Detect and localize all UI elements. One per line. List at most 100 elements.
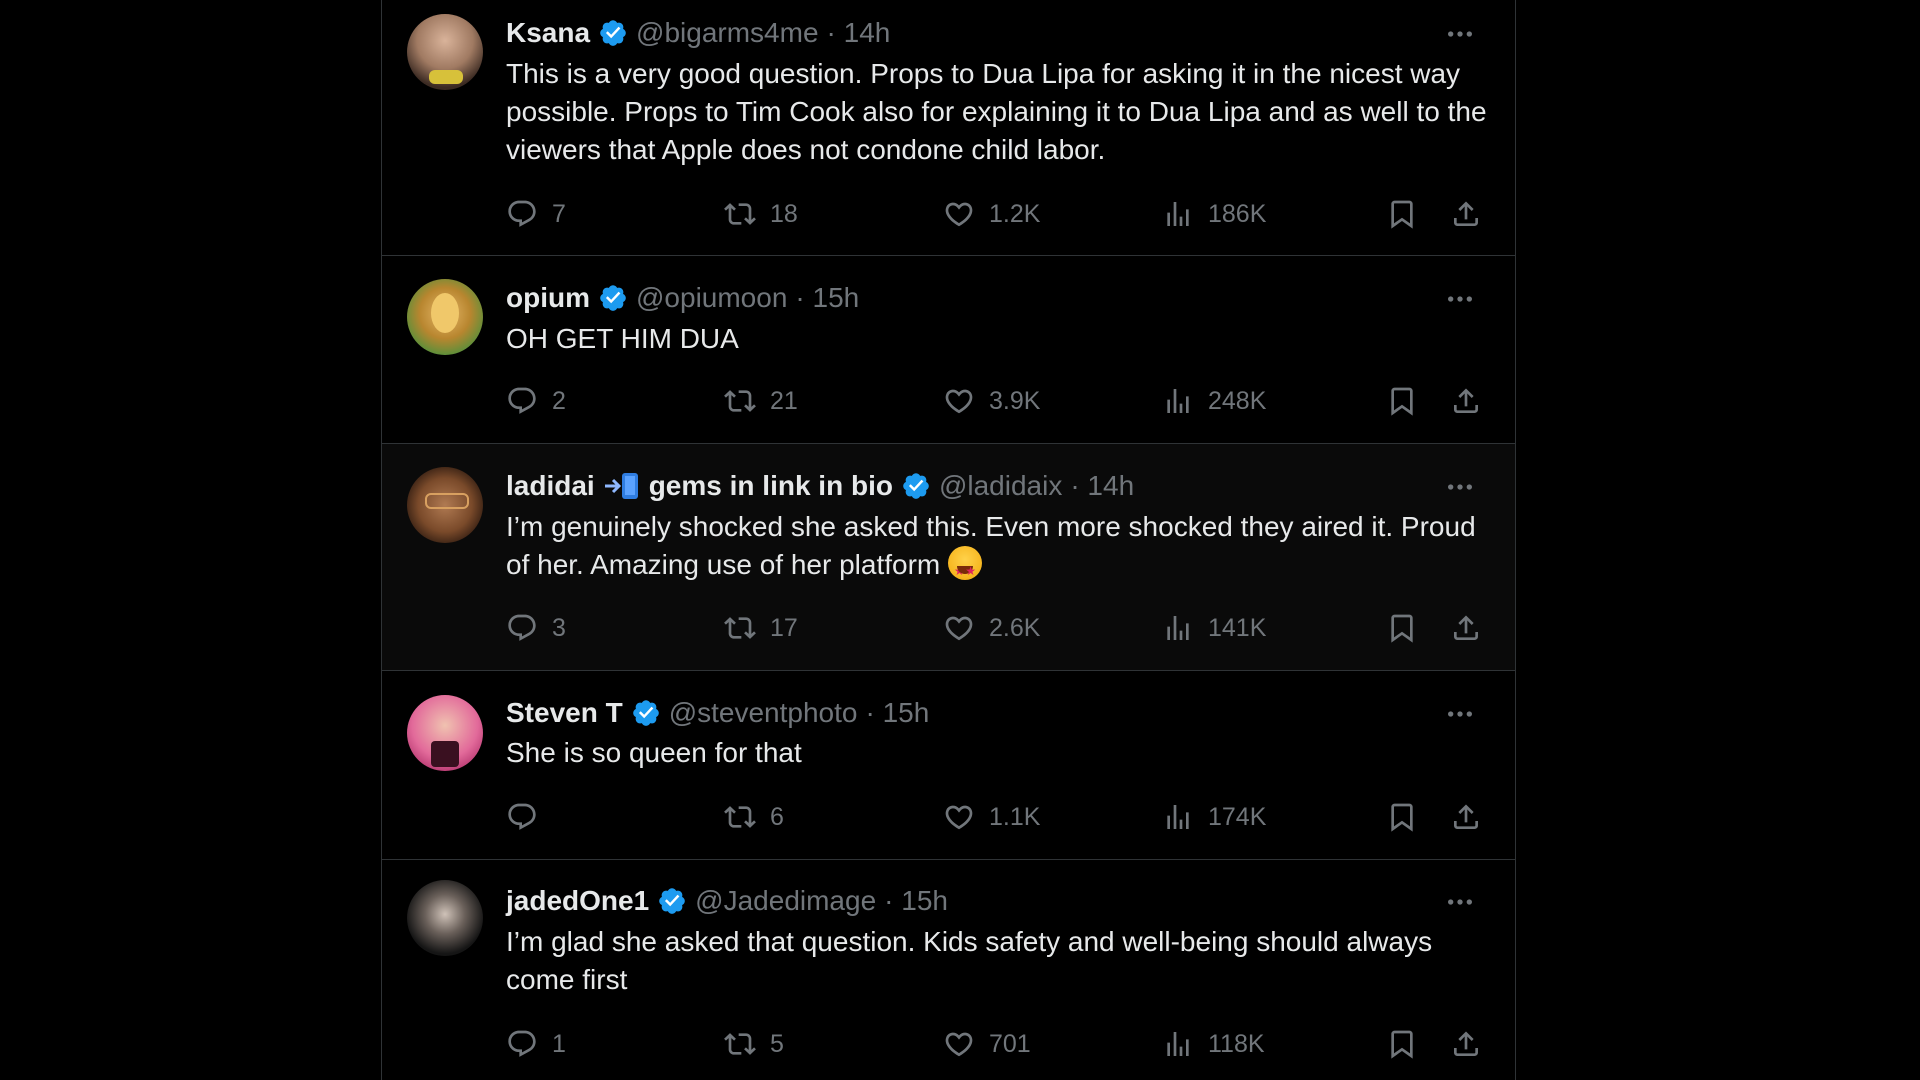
retweet-button[interactable]: 18 [724,192,798,236]
handle[interactable]: @bigarms4me [636,17,818,49]
timestamp[interactable]: · 15h [795,282,859,314]
more-icon[interactable] [1442,16,1478,52]
tweet-1[interactable]: Ksana @bigarms4me · 14h This is a very g… [382,0,1515,256]
retweet-button[interactable]: 6 [724,795,784,839]
more-icon[interactable] [1442,469,1478,505]
bookmark-button[interactable] [1386,1022,1418,1066]
reply-icon [506,1028,538,1060]
display-name-part-2[interactable]: gems in link in bio [649,470,893,502]
like-button[interactable]: 1.2K [943,192,1040,236]
tweet-actions: 2 21 3.9K 248K [506,379,1496,423]
views-icon [1162,612,1194,644]
like-button[interactable]: 3.9K [943,379,1040,423]
handle[interactable]: @Jadedimage [695,885,876,917]
more-icon[interactable] [1442,884,1478,920]
bookmark-button[interactable] [1386,795,1418,839]
share-icon [1450,198,1482,230]
views-button[interactable]: 141K [1162,606,1266,650]
tweet-text: I’m glad she asked that question. Kids s… [506,926,1433,995]
reply-button[interactable] [506,795,552,839]
views-button[interactable]: 118K [1162,1022,1265,1066]
more-icon[interactable] [1442,696,1478,732]
tweet-header: Steven T @steventphoto · 15h [506,693,929,733]
like-icon [943,612,975,644]
like-icon [943,801,975,833]
more-icon[interactable] [1442,281,1478,317]
tweet-3[interactable]: ladidai gems in link in bio @ladidaix · … [382,444,1515,671]
share-button[interactable] [1450,606,1482,650]
retweet-icon [724,385,756,417]
display-name-part-1[interactable]: ladidai [506,470,595,502]
like-count: 2.6K [989,613,1041,642]
bookmark-button[interactable] [1386,192,1418,236]
retweet-button[interactable]: 21 [724,379,798,423]
tweet-text: I’m genuinely shocked she asked this. Ev… [506,508,1491,590]
share-button[interactable] [1450,192,1482,236]
like-button[interactable]: 701 [943,1022,1031,1066]
phone-arrow-icon [603,471,641,501]
views-button[interactable]: 174K [1162,795,1266,839]
display-name[interactable]: jadedOne1 [506,885,649,917]
display-name[interactable]: opium [506,282,590,314]
views-button[interactable]: 248K [1162,379,1266,423]
tweet-actions: 3 17 2.6K 141K [506,606,1496,650]
display-name[interactable]: Ksana [506,17,590,49]
bookmark-icon [1386,385,1418,417]
bookmark-button[interactable] [1386,606,1418,650]
tweet-text-content: I’m genuinely shocked she asked this. Ev… [506,511,1476,580]
like-button[interactable]: 1.1K [943,795,1040,839]
retweet-count: 6 [770,802,784,831]
retweet-icon [724,198,756,230]
avatar[interactable] [407,279,483,355]
reply-icon [506,198,538,230]
tweet-text: This is a very good question. Props to D… [506,58,1487,165]
retweet-button[interactable]: 5 [724,1022,784,1066]
timestamp[interactable]: · 15h [884,885,948,917]
avatar[interactable] [407,467,483,543]
timestamp[interactable]: · 14h [1070,470,1134,502]
like-icon [943,1028,975,1060]
bookmark-icon [1386,198,1418,230]
star-struck-emoji-icon [948,546,983,590]
avatar[interactable] [407,695,483,771]
bookmark-icon [1386,801,1418,833]
display-name[interactable]: Steven T [506,697,623,729]
like-icon [943,385,975,417]
retweet-count: 18 [770,199,798,228]
reply-button[interactable]: 1 [506,1022,566,1066]
reply-icon [506,385,538,417]
verified-badge-icon [598,283,628,313]
views-button[interactable]: 186K [1162,192,1266,236]
bookmark-icon [1386,1028,1418,1060]
timestamp[interactable]: · 14h [827,17,891,49]
tweet-5[interactable]: jadedOne1 @Jadedimage · 15h I’m glad she… [382,860,1515,1080]
timeline-column: Ksana @bigarms4me · 14h This is a very g… [381,0,1516,1080]
tweet-actions: 6 1.1K 174K [506,795,1496,839]
timestamp[interactable]: · 15h [865,697,929,729]
share-button[interactable] [1450,1022,1482,1066]
handle[interactable]: @steventphoto [669,697,858,729]
handle[interactable]: @opiumoon [636,282,787,314]
like-button[interactable]: 2.6K [943,606,1040,650]
views-icon [1162,198,1194,230]
tweet-actions: 7 18 1.2K 186K [506,192,1496,236]
like-count: 1.2K [989,199,1041,228]
handle[interactable]: @ladidaix [939,470,1062,502]
reply-icon [506,612,538,644]
reply-button[interactable]: 7 [506,192,566,236]
share-button[interactable] [1450,795,1482,839]
reply-count: 7 [552,199,566,228]
retweet-count: 5 [770,1029,784,1058]
bookmark-button[interactable] [1386,379,1418,423]
like-icon [943,198,975,230]
view-count: 118K [1208,1029,1265,1058]
tweet-4[interactable]: Steven T @steventphoto · 15h She is so q… [382,671,1515,860]
retweet-button[interactable]: 17 [724,606,798,650]
share-button[interactable] [1450,379,1482,423]
tweet-2[interactable]: opium @opiumoon · 15h OH GET HIM DUA 2 2… [382,256,1515,444]
avatar[interactable] [407,880,483,956]
reply-count: 2 [552,386,566,415]
avatar[interactable] [407,14,483,90]
reply-button[interactable]: 3 [506,606,566,650]
reply-button[interactable]: 2 [506,379,566,423]
